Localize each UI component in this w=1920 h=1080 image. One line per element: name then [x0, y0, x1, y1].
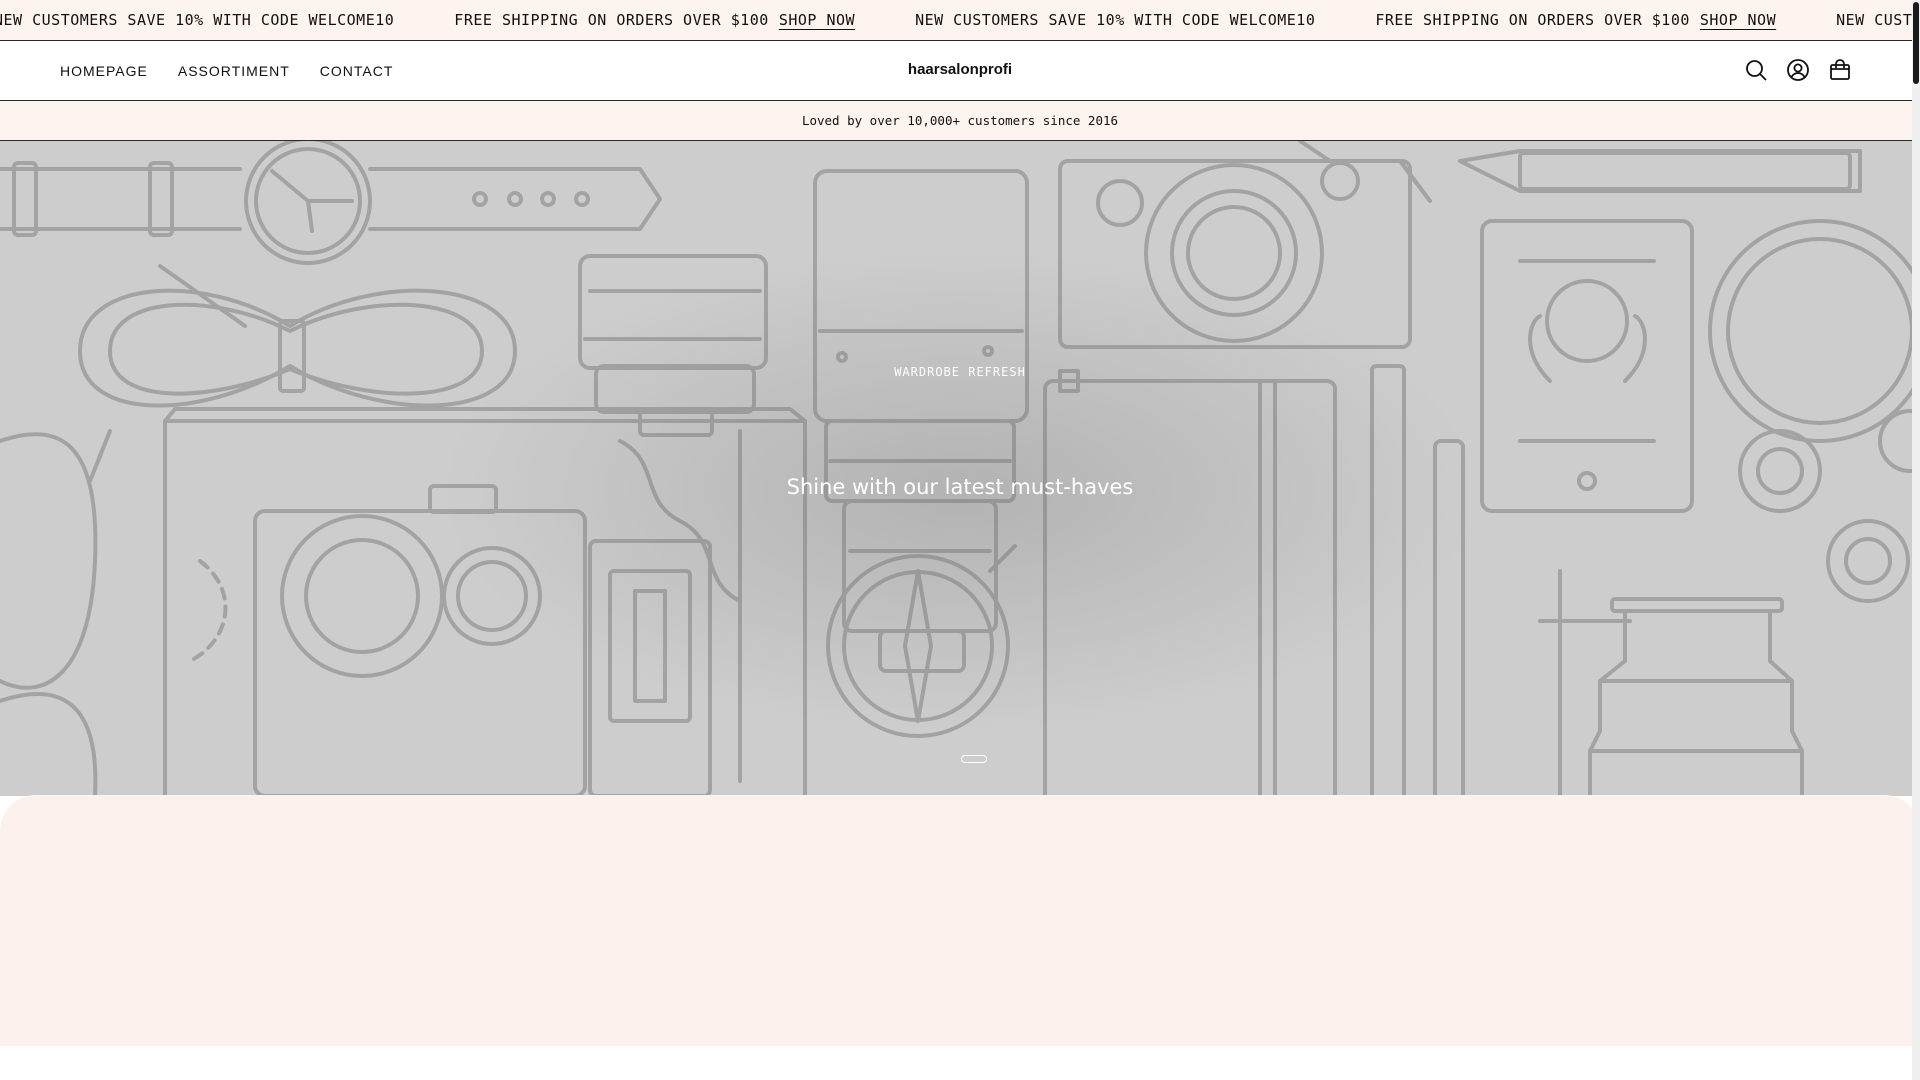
- shop-now-link[interactable]: SHOP NOW: [1700, 11, 1776, 29]
- site-logo[interactable]: haarsalonprofi: [908, 61, 1012, 78]
- account-icon[interactable]: [1784, 56, 1812, 84]
- nav-homepage[interactable]: HOMEPAGE: [60, 63, 148, 79]
- page-scrollbar[interactable]: [1912, 0, 1920, 1080]
- hero-title: Shine with our latest must-haves: [786, 475, 1134, 499]
- marquee-text: FREE SHIPPING ON ORDERS OVER $100: [454, 11, 769, 29]
- hero-shade: [0, 141, 1920, 796]
- marquee-text: NEW CUSTOMERS SAVE 10% WITH CODE WELCOME…: [0, 11, 395, 29]
- nav-assortiment[interactable]: ASSORTIMENT: [178, 63, 290, 79]
- hero-eyebrow: WARDROBE REFRESH: [894, 365, 1026, 379]
- hero-banner[interactable]: WARDROBE REFRESH Shine with our latest m…: [0, 141, 1920, 796]
- announcement-marquee: NEW CUSTOMERS SAVE 10% WITH CODE WELCOME…: [0, 0, 1920, 41]
- marquee-item: NEW CUSTOMERS: [1836, 11, 1920, 29]
- search-icon[interactable]: [1742, 56, 1770, 84]
- marquee-track: NEW CUSTOMERS SAVE 10% WITH CODE WELCOME…: [0, 11, 1920, 29]
- scrollbar-thumb[interactable]: [1913, 2, 1919, 84]
- shop-now-link[interactable]: SHOP NOW: [779, 11, 855, 29]
- announcement-bar: Loved by over 10,000+ customers since 20…: [0, 101, 1920, 141]
- main-nav: HOMEPAGE ASSORTIMENT CONTACT: [60, 41, 393, 101]
- marquee-item: NEW CUSTOMERS SAVE 10% WITH CODE WELCOME…: [915, 11, 1315, 29]
- slider-dot-active[interactable]: [961, 755, 987, 763]
- marquee-text: NEW CUSTOMERS: [1836, 11, 1920, 29]
- marquee-text: FREE SHIPPING ON ORDERS OVER $100: [1375, 11, 1690, 29]
- nav-contact[interactable]: CONTACT: [320, 63, 394, 79]
- marquee-item: FREE SHIPPING ON ORDERS OVER $100 SHOP NO…: [1375, 11, 1776, 29]
- header-icons: [1742, 56, 1854, 84]
- content-section: [0, 795, 1920, 1046]
- marquee-item: NEW CUSTOMERS SAVE 10% WITH CODE WELCOME…: [0, 11, 394, 29]
- marquee-text: NEW CUSTOMERS SAVE 10% WITH CODE WELCOME…: [915, 11, 1316, 29]
- marquee-item: FREE SHIPPING ON ORDERS OVER $100 SHOP NO…: [454, 11, 855, 29]
- cart-icon[interactable]: [1826, 56, 1854, 84]
- announcement-text: Loved by over 10,000+ customers since 20…: [801, 113, 1119, 128]
- site-header: HOMEPAGE ASSORTIMENT CONTACT haarsalonpr…: [0, 41, 1920, 101]
- slider-dots: [961, 755, 987, 763]
